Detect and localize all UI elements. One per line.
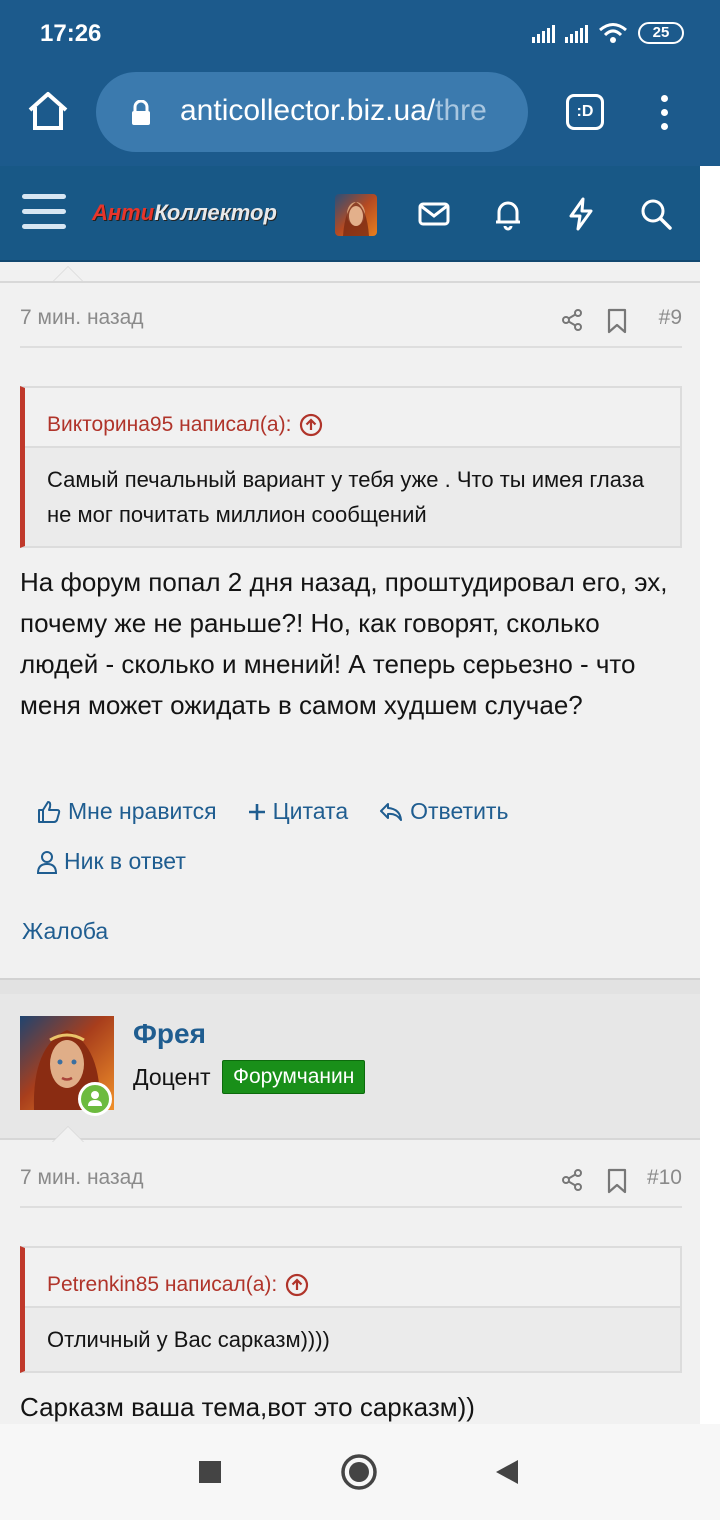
battery-icon: 25 [638,22,684,44]
quote-author: Викторина95 написал(а): [47,413,292,436]
lightning-icon[interactable] [563,196,599,232]
status-icons: 25 [532,22,684,44]
report-link[interactable]: Жалоба [22,918,108,945]
arrow-up-circle-icon[interactable] [285,1273,309,1297]
post-meta: 7 мин. назад #9 [20,288,682,348]
plus-icon [248,803,265,820]
bookmark-icon[interactable] [606,1168,628,1194]
user-avatar[interactable] [335,194,377,236]
post-9: 7 мин. назад #9 Викторина95 написал(а): … [0,262,700,980]
quote-text: Отличный у Вас сарказм)))) [47,1327,330,1352]
post-10-user: Фрея Доцент Форумчанин [0,994,700,1140]
like-button[interactable]: Мне нравится [36,798,217,825]
post-meta: 7 мин. назад #10 [20,1148,682,1208]
share-icon[interactable] [560,308,584,332]
quote-header[interactable]: Викторина95 написал(а): [25,388,680,448]
menu-icon[interactable] [22,194,66,232]
signal-icon [532,23,555,43]
like-label: Мне нравится [68,798,217,824]
recents-icon[interactable] [198,1460,222,1484]
post-time[interactable]: 7 мин. назад [20,306,144,330]
thread-content: 7 мин. назад #9 Викторина95 написал(а): … [0,262,700,1424]
poster-title: Доцент [133,1064,211,1090]
reply-label: Ответить [410,798,509,824]
tabs-button[interactable]: :D [566,94,604,130]
inbox-icon[interactable] [416,196,452,232]
url-domain: anticollector.biz.ua/ [180,94,436,127]
address-bar[interactable]: anticollector.biz.ua/thre [96,72,528,152]
quote-button[interactable]: Цитата [247,798,349,825]
user-icon [36,850,58,874]
mention-label: Ник в ответ [64,848,186,874]
thumbs-up-icon [38,800,61,823]
forum-header: АнтиКоллектор [0,166,700,262]
wifi-icon [599,23,627,43]
bell-icon[interactable] [490,196,526,232]
quote-label: Цитата [272,798,349,824]
reply-icon [380,802,403,821]
url-row: anticollector.biz.ua/thre :D [0,70,720,154]
post-caret [52,1126,84,1142]
post-actions: Мне нравится Цитата Ответить [36,798,508,825]
more-menu-icon[interactable] [652,92,676,136]
post-number[interactable]: #10 [647,1166,682,1190]
quote-block: Petrenkin85 написал(а): Отличный у Вас с… [20,1246,682,1373]
quote-text: Самый печальный вариант у тебя уже . Что… [47,467,645,527]
lock-icon [132,100,150,125]
site-logo[interactable]: АнтиКоллектор [92,200,277,226]
post-actions-2: Ник в ответ [36,848,186,875]
url-text: anticollector.biz.ua/thre [180,94,510,128]
status-time: 17:26 [40,20,102,47]
signal-icon-2 [565,23,588,43]
quote-author: Petrenkin85 написал(а): [47,1273,278,1296]
online-status-icon [78,1082,112,1116]
home-icon[interactable] [24,88,72,136]
poster-name[interactable]: Фрея [133,1018,206,1050]
quote-block: Викторина95 написал(а): Самый печальный … [20,386,682,548]
post-body: На форум попал 2 дня назад, проштудирова… [20,567,668,720]
post-caret [52,266,84,282]
home-nav-icon[interactable] [340,1453,378,1491]
post-body: Сарказм ваша тема,вот это сарказм)) [20,1392,475,1422]
status-bar: 17:26 25 [0,0,720,68]
browser-chrome: 17:26 25 anticollector.biz.ua/thre :D [0,0,720,166]
quote-header[interactable]: Petrenkin85 написал(а): [25,1248,680,1308]
poster-badge: Форумчанин [222,1060,366,1094]
search-icon[interactable] [638,196,674,232]
system-nav-bar [0,1424,720,1520]
post-time[interactable]: 7 мин. назад [20,1166,144,1190]
back-icon[interactable] [494,1458,520,1486]
logo-text-red: Анти [92,200,155,225]
share-icon[interactable] [560,1168,584,1192]
url-path: thre [435,94,487,127]
post-10: 7 мин. назад #10 Petrenkin85 написал(а):… [0,1126,700,1424]
post-separator [0,978,700,994]
arrow-up-circle-icon[interactable] [299,413,323,437]
mention-button[interactable]: Ник в ответ [36,848,186,875]
bookmark-icon[interactable] [606,308,628,334]
page-edge [700,166,720,1424]
reply-button[interactable]: Ответить [378,798,508,825]
post-number[interactable]: #9 [659,306,682,330]
logo-text-white: Коллектор [154,200,277,225]
